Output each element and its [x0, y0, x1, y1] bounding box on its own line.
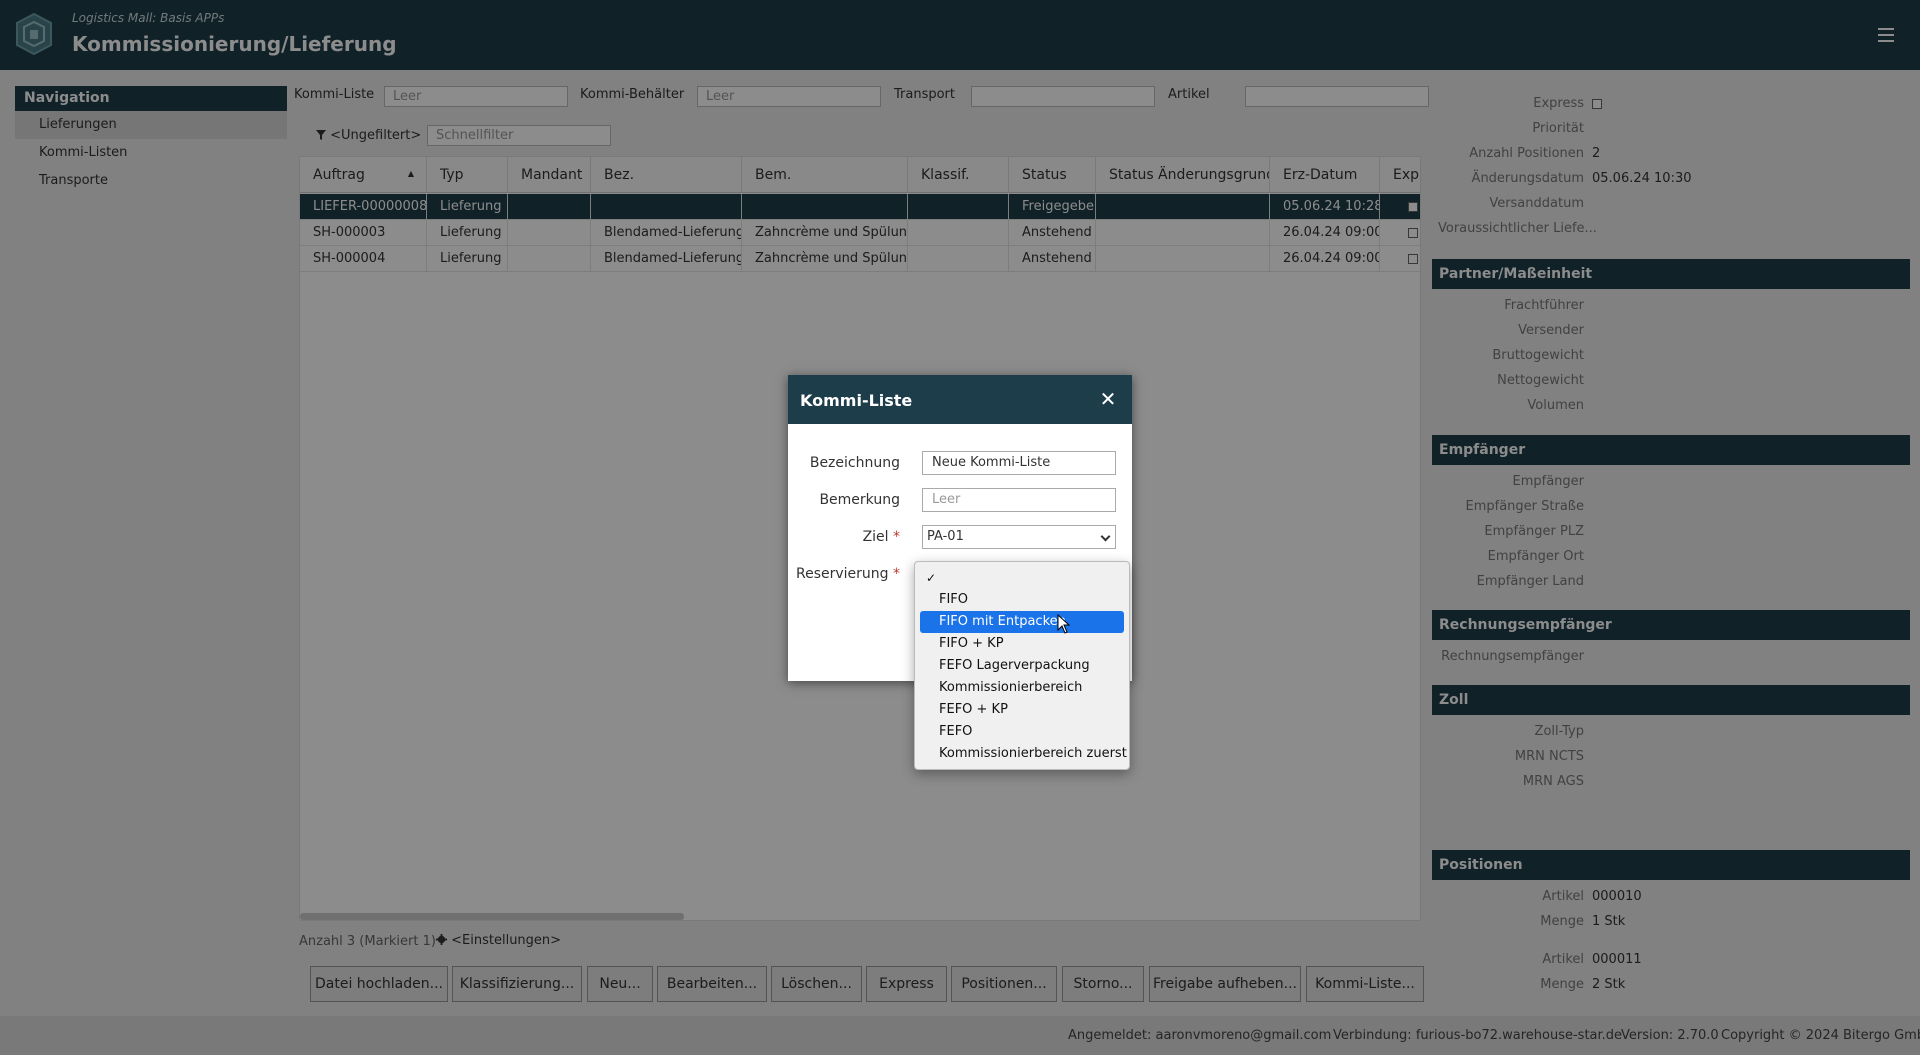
reservierung-label: Reservierung * — [795, 566, 900, 582]
checkmark-icon: ✓ — [926, 571, 937, 585]
close-icon[interactable]: ✕ — [1098, 389, 1118, 409]
dropdown-option-fefo-kp[interactable]: FEFO + KP — [920, 699, 1124, 721]
bezeichnung-input[interactable]: Neue Kommi-Liste — [922, 451, 1116, 475]
mouse-cursor-icon — [1057, 614, 1071, 634]
chevron-down-icon — [1100, 531, 1111, 542]
reservierung-dropdown: ✓ FIFO FIFO mit Entpacken FIFO + KP FEFO… — [914, 561, 1130, 770]
dialog-title: Kommi-Liste — [800, 391, 913, 410]
bemerkung-label: Bemerkung — [819, 492, 900, 508]
ziel-row: Ziel * PA-01 — [788, 525, 1132, 551]
dropdown-option-fifo-kp[interactable]: FIFO + KP — [920, 633, 1124, 655]
ziel-select[interactable]: PA-01 — [922, 525, 1116, 549]
dropdown-option-empty[interactable]: ✓ — [920, 567, 1124, 589]
dropdown-option-fifo[interactable]: FIFO — [920, 589, 1124, 611]
dialog-header: Kommi-Liste ✕ — [788, 375, 1132, 424]
bezeichnung-label: Bezeichnung — [809, 455, 900, 471]
bemerkung-input[interactable]: Leer — [922, 488, 1116, 512]
dropdown-option-kommissionierbereich[interactable]: Kommissionierbereich — [920, 677, 1124, 699]
dropdown-option-fefo[interactable]: FEFO — [920, 721, 1124, 743]
dropdown-option-fifo-mit-entpacken[interactable]: FIFO mit Entpacken — [920, 611, 1124, 633]
dropdown-option-kommissionierbereich-zuerst[interactable]: Kommissionierbereich zuerst — [920, 743, 1127, 765]
ziel-label: Ziel * — [862, 529, 900, 545]
bemerkung-row: Bemerkung Leer — [788, 488, 1132, 514]
bezeichnung-row: Bezeichnung Neue Kommi-Liste — [788, 451, 1132, 477]
dropdown-option-fefo-lagerverpackung[interactable]: FEFO Lagerverpackung — [920, 655, 1124, 677]
